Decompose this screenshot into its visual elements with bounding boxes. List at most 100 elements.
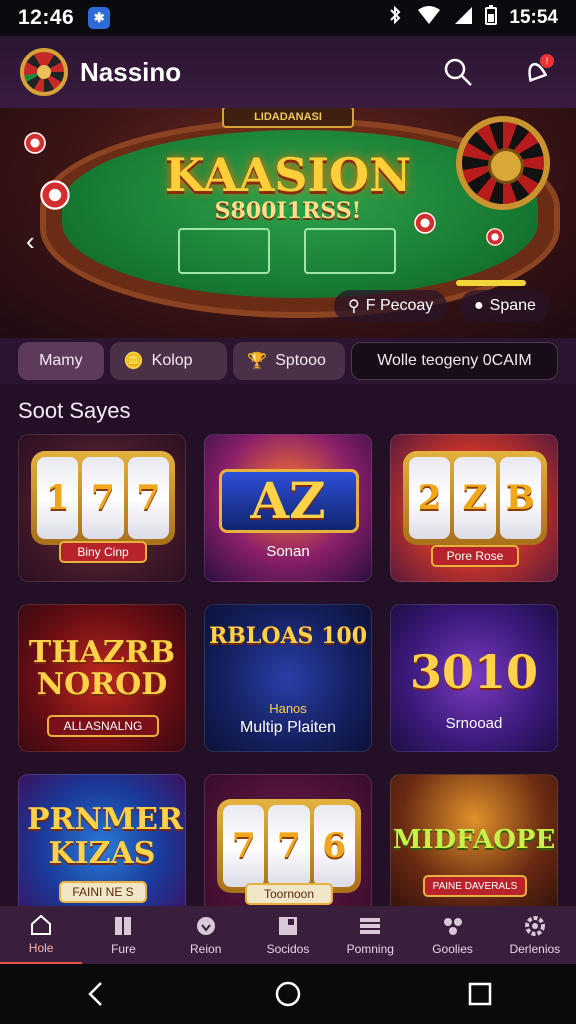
felt-card-box-left xyxy=(178,228,270,274)
nav-item-goolies[interactable]: Goolies xyxy=(411,906,493,964)
game-caption: Multip Plaiten xyxy=(239,719,337,736)
nav-label: Reion xyxy=(190,942,222,956)
game-card[interactable]: RBLOAS 100 Hanos Multip Plaiten xyxy=(204,604,372,752)
reel-symbol: 7 xyxy=(268,805,310,887)
chip-icon xyxy=(40,180,70,210)
app-header: Nassino ! xyxy=(0,36,576,108)
list-icon xyxy=(360,918,381,934)
nav-label: Fure xyxy=(111,942,136,956)
status-bar: 12:46 ✱ 15:54 xyxy=(0,0,576,36)
wifi-icon xyxy=(417,5,441,31)
user-icon: ● xyxy=(474,297,484,314)
filter-chip-wolle[interactable]: Wolle teogeny 0CAIM xyxy=(350,342,558,380)
reel-symbol: B xyxy=(499,457,541,539)
bluetooth-icon xyxy=(385,5,405,31)
slot-reels: 2 Z B xyxy=(403,451,547,545)
game-grid: 1 7 7 Biny Cinp AZ Sonan 2 Z B Pore Rose… xyxy=(18,434,558,922)
back-icon[interactable] xyxy=(82,980,110,1008)
home-circle-icon[interactable] xyxy=(274,980,302,1008)
game-card[interactable]: AZ Sonan xyxy=(204,434,372,582)
book-icon xyxy=(115,917,132,935)
recents-icon[interactable] xyxy=(466,980,494,1008)
nav-item-reion[interactable]: Reion xyxy=(165,906,247,964)
game-caption: FAINI NE S xyxy=(59,881,147,903)
filter-chip-label: Wolle teogeny 0CAIM xyxy=(377,352,532,369)
app-notification-icon: ✱ xyxy=(88,7,111,29)
status-time: 12:46 xyxy=(18,6,75,29)
game-card[interactable]: MIDFAOPE PAINE DAVERALS xyxy=(390,774,558,922)
bottom-navigation: Hole Fure Reion Socidos Pomning Goolies … xyxy=(0,906,576,964)
search-button[interactable] xyxy=(438,52,478,92)
filter-chips: Mamy 🪙 Kolop 🏆 Sptooo Wolle teogeny 0CAI… xyxy=(0,338,576,384)
notification-badge: ! xyxy=(540,54,554,68)
game-big-title: AZ xyxy=(250,471,326,530)
game-caption: Srnooad xyxy=(445,715,503,732)
hero-pill-right-label: Spane xyxy=(489,297,536,314)
settings-icon xyxy=(524,916,545,936)
game-big-title: 3010 xyxy=(409,645,539,699)
system-navigation-bar xyxy=(0,964,576,1024)
roulette-logo-icon[interactable] xyxy=(20,48,68,96)
chip-icon xyxy=(24,132,46,154)
game-big-title: MIDFAOPE xyxy=(392,825,556,855)
status-clock-right: 15:54 xyxy=(509,7,558,28)
reel-symbol: 7 xyxy=(127,457,169,539)
hero-pill-left[interactable]: ⚲ F Pecoay xyxy=(334,290,448,322)
game-subtitle: Hanos xyxy=(269,701,307,716)
chevron-left-icon[interactable]: ‹ xyxy=(26,226,35,257)
filter-chip-label: Sptooo xyxy=(275,352,326,369)
hero-top-sign: LIDADANASI xyxy=(222,108,354,128)
shield-icon xyxy=(196,917,215,935)
nav-item-pomning[interactable]: Pomning xyxy=(329,906,411,964)
poker-chip-icon: 🪙 xyxy=(123,353,144,370)
game-big-title: PRNMERS KIZAS xyxy=(27,802,185,871)
slot-reels: 7 7 6 xyxy=(217,799,361,893)
reel-symbol: Z xyxy=(454,457,496,539)
nav-item-socidos[interactable]: Socidos xyxy=(247,906,329,964)
pin-icon: ⚲ xyxy=(348,298,360,315)
nav-item-fure[interactable]: Fure xyxy=(82,906,164,964)
nav-label: Hole xyxy=(28,941,54,955)
notifications-button[interactable]: ! xyxy=(516,52,556,92)
game-big-title: RBLOAS 100 xyxy=(208,623,368,649)
game-card[interactable]: 1 7 7 Biny Cinp xyxy=(18,434,186,582)
game-card[interactable]: PRNMERS KIZAS FAINI NE S xyxy=(18,774,186,922)
game-caption: ALLASNALNG xyxy=(47,715,159,737)
section-title: Soot Sayes xyxy=(18,398,131,423)
hero-banner[interactable]: LIDADANASI KAASION S800I1RSS! ‹ ⚲ F Peco… xyxy=(0,108,576,338)
hero-pill-left-label: F Pecoay xyxy=(365,297,434,314)
nav-item-derlenios[interactable]: Derlenios xyxy=(494,906,576,964)
filter-chip-sptooo[interactable]: 🏆 Sptooo xyxy=(233,342,345,380)
trophy-icon: 🏆 xyxy=(247,353,268,370)
nav-label: Socidos xyxy=(266,942,310,956)
home-icon xyxy=(31,914,52,935)
hero-pill-right[interactable]: ● Spane xyxy=(460,290,550,322)
nav-item-home[interactable]: Hole xyxy=(0,906,83,964)
signal-icon xyxy=(453,5,473,31)
game-caption: Biny Cinp xyxy=(59,541,147,563)
reel-symbol: 1 xyxy=(37,457,79,539)
filter-chip-label: Kolop xyxy=(151,352,193,369)
search-icon xyxy=(444,58,472,86)
game-caption: Pore Rose xyxy=(431,545,519,567)
game-card[interactable]: THAZRB NOROD ALLASNALNG xyxy=(18,604,186,752)
hero-progress-bar xyxy=(456,280,526,286)
game-card[interactable]: 3010 Srnooad xyxy=(390,604,558,752)
reel-symbol: 7 xyxy=(82,457,124,539)
group-icon xyxy=(443,918,462,935)
game-caption: Sonan xyxy=(266,543,310,560)
nav-label: Goolies xyxy=(432,942,473,956)
battery-icon xyxy=(485,5,498,31)
nav-label: Derlenios xyxy=(509,942,561,956)
filter-chip-mamy[interactable]: Mamy xyxy=(18,342,104,380)
reel-symbol: 6 xyxy=(313,805,355,887)
reel-symbol: 2 xyxy=(409,457,451,539)
game-card[interactable]: 7 7 6 Toornoon xyxy=(204,774,372,922)
filter-chip-kolop[interactable]: 🪙 Kolop xyxy=(109,342,228,380)
reel-symbol: 7 xyxy=(223,805,265,887)
filter-chip-label: Mamy xyxy=(39,352,83,369)
roulette-wheel-icon xyxy=(456,116,550,210)
game-card[interactable]: 2 Z B Pore Rose xyxy=(390,434,558,582)
slot-reels: 1 7 7 xyxy=(31,451,175,545)
chip-icon xyxy=(486,228,504,246)
